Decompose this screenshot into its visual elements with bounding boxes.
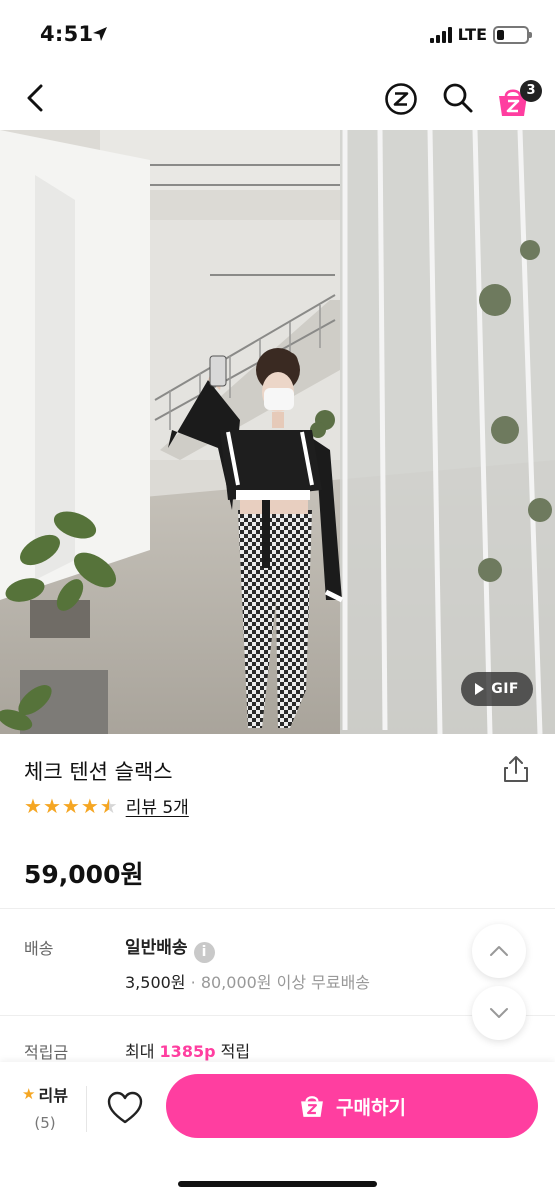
search-icon[interactable] bbox=[442, 82, 474, 114]
product-photo bbox=[0, 130, 555, 734]
star-icon: ★ bbox=[61, 793, 80, 818]
back-icon bbox=[27, 84, 43, 112]
rating-row: ★ ★ ★ ★ ★ 리뷰 5개 bbox=[24, 793, 189, 819]
rating-stars: ★ ★ ★ ★ ★ bbox=[24, 796, 118, 816]
star-icon: ★ bbox=[80, 793, 99, 818]
product-title: 체크 텐션 슬랙스 bbox=[24, 760, 173, 784]
gif-label: GIF bbox=[491, 681, 519, 697]
divider bbox=[0, 908, 555, 909]
buy-button[interactable]: 구매하기 bbox=[166, 1074, 538, 1138]
vertical-divider bbox=[86, 1086, 87, 1132]
scroll-up-button[interactable] bbox=[472, 924, 526, 978]
points-amount: 1385p bbox=[159, 1042, 216, 1061]
play-icon bbox=[475, 683, 485, 695]
free-shipping-condition: 80,000원 이상 무료배송 bbox=[200, 973, 371, 992]
location-arrow-icon bbox=[93, 27, 107, 41]
share-icon[interactable] bbox=[502, 754, 530, 784]
gif-badge[interactable]: GIF bbox=[461, 672, 533, 706]
bottom-action-bar: ★ 리뷰 (5) 구매하기 bbox=[0, 1062, 555, 1200]
status-bar: 4:51 LTE bbox=[0, 0, 555, 68]
info-icon[interactable]: i bbox=[193, 941, 215, 963]
battery-icon bbox=[493, 25, 532, 44]
points-prefix: 최대 bbox=[125, 1042, 155, 1061]
status-time: 4:51 bbox=[40, 22, 94, 46]
review-tab-button[interactable]: ★ 리뷰 (5) bbox=[14, 1082, 76, 1132]
heart-icon[interactable] bbox=[106, 1090, 144, 1126]
buy-button-label: 구매하기 bbox=[336, 1096, 406, 1119]
scroll-down-button[interactable] bbox=[472, 986, 526, 1040]
star-icon: ★ bbox=[42, 793, 61, 818]
star-icon: ★ bbox=[22, 1085, 36, 1103]
shipping-separator: · bbox=[190, 973, 196, 992]
half-star-icon: ★ bbox=[99, 793, 118, 818]
review-tab-label: 리뷰 bbox=[38, 1086, 68, 1105]
points-suffix: 적립 bbox=[220, 1042, 251, 1061]
cart-button[interactable]: 3 bbox=[496, 80, 542, 120]
shipping-fee: 3,500원 bbox=[125, 973, 186, 992]
chevron-down-icon bbox=[490, 1008, 508, 1018]
shipping-type-row: 일반배송 i bbox=[125, 933, 215, 963]
home-indicator bbox=[178, 1181, 377, 1187]
shipping-type: 일반배송 bbox=[125, 938, 188, 958]
cart-icon bbox=[301, 1096, 323, 1117]
points-row: 최대 1385p 적립 bbox=[125, 1038, 250, 1062]
points-label: 적립금 bbox=[24, 1043, 69, 1062]
chevron-up-icon bbox=[490, 946, 508, 956]
nav-bar: 3 bbox=[0, 68, 555, 130]
cart-count-badge: 3 bbox=[520, 80, 542, 102]
network-type: LTE bbox=[457, 25, 487, 44]
back-button[interactable] bbox=[18, 80, 52, 116]
shipping-label: 배송 bbox=[24, 939, 54, 958]
shipping-fee-row: 3,500원 · 80,000원 이상 무료배송 bbox=[125, 969, 370, 993]
review-tab-count: (5) bbox=[34, 1114, 56, 1132]
cell-signal-icon bbox=[429, 26, 452, 43]
product-image[interactable]: GIF bbox=[0, 130, 555, 734]
zigzag-logo-icon[interactable] bbox=[384, 82, 418, 116]
product-price: 59,000원 bbox=[24, 860, 144, 889]
review-count-link[interactable]: 리뷰 5개 bbox=[126, 793, 189, 818]
product-title-row: 체크 텐션 슬랙스 bbox=[24, 756, 534, 786]
star-icon: ★ bbox=[24, 793, 42, 818]
